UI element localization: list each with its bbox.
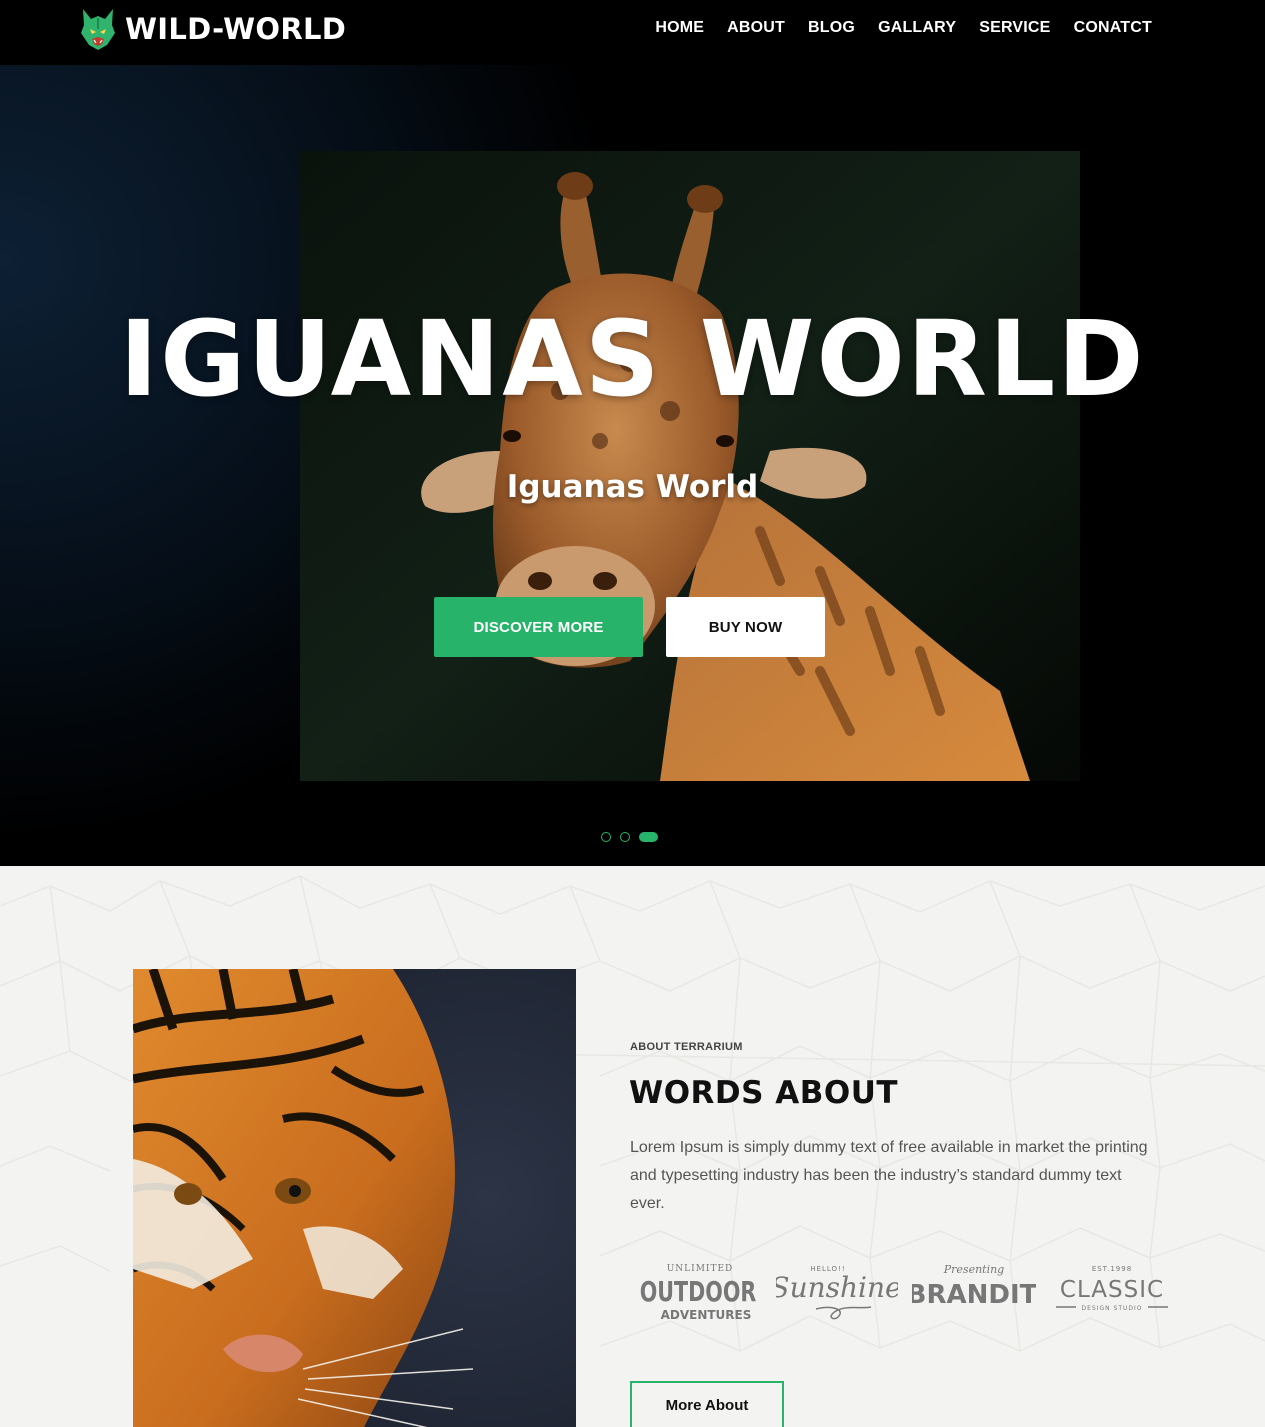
about-heading: WORDS ABOUT <box>629 1075 899 1111</box>
sunshine-logo: HELLO!! Sunshine <box>776 1265 898 1320</box>
about-eyebrow: ABOUT TERRARIUM <box>630 1041 743 1053</box>
tiger-photo <box>133 969 576 1427</box>
svg-text:Presenting: Presenting <box>943 1263 1004 1276</box>
slider-dot-1[interactable] <box>601 832 611 842</box>
about-description: Lorem Ipsum is simply dummy text of free… <box>630 1139 1148 1212</box>
nav-contact[interactable]: CONATCT <box>1074 19 1152 37</box>
slider-pagination <box>601 832 658 842</box>
svg-text:ADVENTURES: ADVENTURES <box>661 1308 752 1322</box>
nav-about[interactable]: ABOUT <box>727 19 785 37</box>
nav-home[interactable]: HOME <box>655 19 704 37</box>
svg-text:CLASSIC: CLASSIC <box>1060 1277 1164 1303</box>
svg-text:EST.1998: EST.1998 <box>1092 1265 1132 1273</box>
brand-name: WILD-WORLD <box>125 12 347 46</box>
nav-service[interactable]: SERVICE <box>979 19 1050 37</box>
svg-text:DESIGN STUDIO: DESIGN STUDIO <box>1081 1305 1142 1312</box>
more-about-button[interactable]: More About <box>630 1381 784 1427</box>
about-section: ABOUT TERRARIUM WORDS ABOUT Lorem Ipsum … <box>0 866 1265 1427</box>
hero-slider: IGUANAS WORLD Iguanas World DISCOVER MOR… <box>0 65 1265 866</box>
site-header: WILD-WORLD HOME ABOUT BLOG GALLARY SERVI… <box>0 0 1265 65</box>
hero-subtitle: Iguanas World <box>506 469 759 505</box>
buy-now-button[interactable]: BUY NOW <box>666 597 825 657</box>
main-nav: HOME ABOUT BLOG GALLARY SERVICE CONATCT <box>632 19 1152 37</box>
brandit-logo: Presenting BRANDIT <box>912 1263 1036 1310</box>
site-logo[interactable]: WILD-WORLD <box>80 7 346 51</box>
svg-text:OUTDOOR: OUTDOOR <box>640 1276 757 1309</box>
svg-text:Sunshine: Sunshine <box>776 1271 898 1304</box>
classic-logo: EST.1998 CLASSIC DESIGN STUDIO <box>1056 1265 1168 1312</box>
nav-gallery[interactable]: GALLARY <box>878 19 956 37</box>
nav-blog[interactable]: BLOG <box>808 19 855 37</box>
slider-dot-2[interactable] <box>620 832 630 842</box>
discover-more-button[interactable]: DISCOVER MORE <box>434 597 643 657</box>
slider-dot-3-active[interactable] <box>639 832 658 842</box>
giraffe-photo <box>300 151 1080 781</box>
outdoor-adventures-logo: UNLIMITED OUTDOOR ADVENTURES <box>640 1264 757 1322</box>
wolf-head-icon <box>81 9 115 50</box>
hero-title: IGUANAS WORLD <box>119 298 1146 420</box>
svg-text:UNLIMITED: UNLIMITED <box>667 1264 734 1274</box>
brand-logos: UNLIMITED OUTDOOR ADVENTURES HELLO!! Sun… <box>636 1259 1176 1329</box>
svg-text:BRANDIT: BRANDIT <box>912 1280 1036 1310</box>
